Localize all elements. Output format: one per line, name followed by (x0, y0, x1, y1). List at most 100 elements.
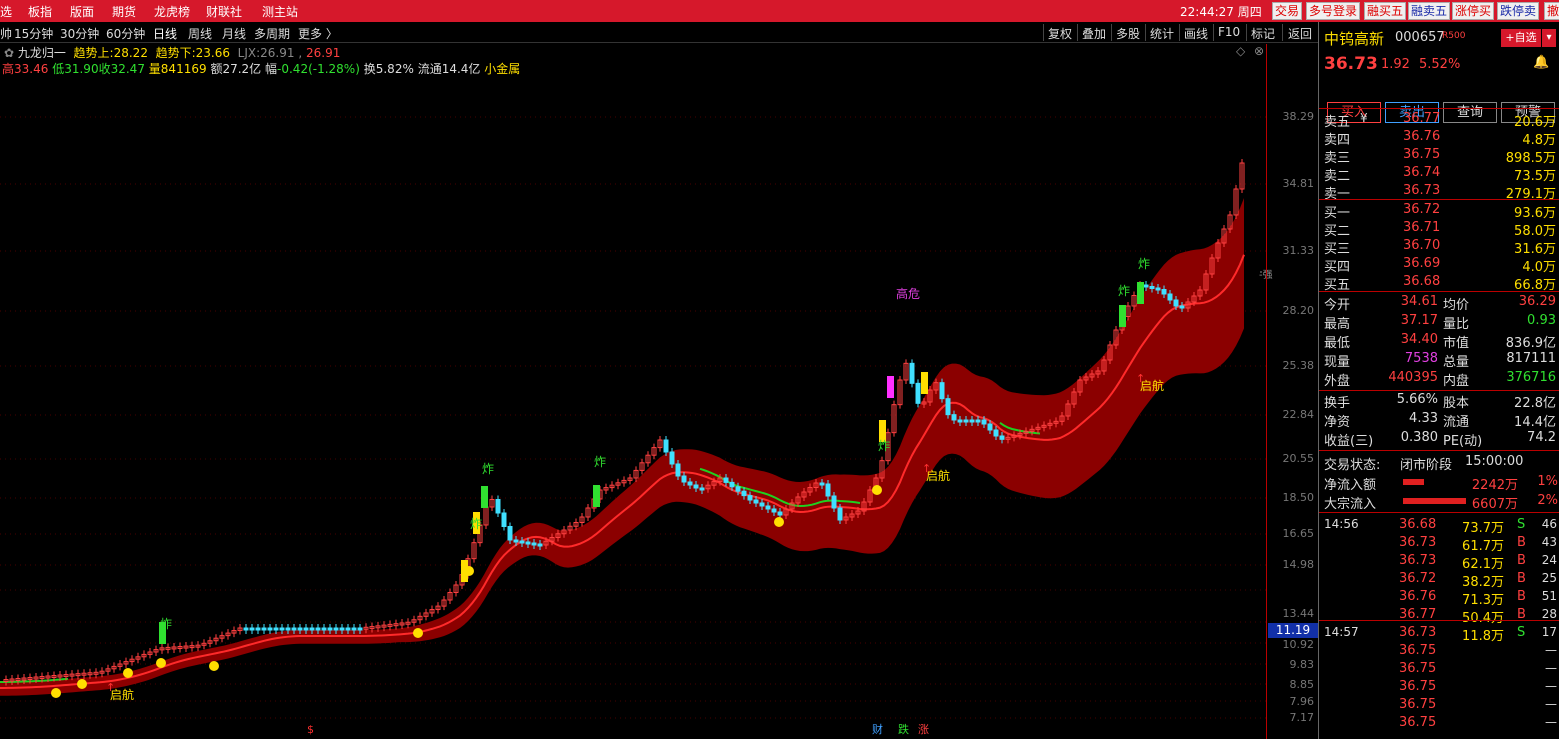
close-icon[interactable]: ⊗ (1254, 44, 1264, 58)
draw-line-button[interactable]: 画线 (1184, 25, 1208, 42)
candle-body (249, 627, 255, 631)
period-multi[interactable]: 多周期 (254, 25, 290, 42)
tick-row[interactable]: 36.76 71.3万 B 51 (1319, 588, 1559, 608)
period-monthly[interactable]: 月线 (222, 25, 246, 42)
signal-bar (1137, 282, 1144, 304)
menu-dragon-tiger[interactable]: 龙虎榜 (154, 3, 190, 20)
tick-row[interactable]: 14:57 36.73 11.8万 S 17 (1319, 624, 1559, 644)
candle-body (837, 507, 843, 521)
zha-label: 炸 (470, 517, 482, 531)
candle-body (981, 419, 987, 425)
cancel-button[interactable]: 撤 (1544, 2, 1559, 20)
ask-row[interactable]: 卖五 36.77 20.6万 (1319, 110, 1559, 130)
adjust-button[interactable]: 复权 (1048, 25, 1072, 42)
sector-label[interactable]: 小金属 (484, 62, 520, 76)
back-button[interactable]: 返回 (1288, 25, 1312, 42)
ask-row[interactable]: 卖三 36.75 898.5万 (1319, 146, 1559, 166)
menu-test-site[interactable]: 测主站 (262, 3, 298, 20)
bid-row[interactable]: 买一 36.72 93.6万 (1319, 201, 1559, 221)
menu-board-index[interactable]: 板指 (28, 3, 52, 20)
tick-row[interactable]: 14:56 36.68 73.7万 S 46 (1319, 516, 1559, 536)
menu-futures[interactable]: 期货 (112, 3, 136, 20)
margin-buy5-button[interactable]: 融买五 (1364, 2, 1407, 20)
tick-row[interactable]: 36.77 50.4万 B 28 (1319, 606, 1559, 626)
candle-body (819, 482, 825, 486)
axis-tick: 18.50 (1282, 491, 1315, 504)
candles (3, 159, 1245, 686)
volume-value: 841169 (160, 62, 207, 76)
menu-cls-news[interactable]: 财联社 (206, 3, 242, 20)
dollar-marker: $ (307, 723, 314, 736)
stat-label: 现量 (1324, 355, 1351, 370)
period-weekly[interactable]: 周线 (188, 25, 212, 42)
period-more[interactable]: 更多 〉 (298, 25, 338, 42)
limit-up-buy-button[interactable]: 涨停买 (1452, 2, 1495, 20)
signal-dot (123, 668, 133, 678)
period-30min[interactable]: 30分钟 (60, 25, 99, 42)
trade-button[interactable]: 交易 (1272, 2, 1303, 20)
period-tick[interactable]: 帅 (0, 25, 12, 42)
f10-button[interactable]: F10 (1218, 25, 1240, 39)
bid-row[interactable]: 买二 36.71 58.0万 (1319, 219, 1559, 239)
fund-row[interactable]: 换手 5.66% 股本 22.8亿 (1319, 391, 1559, 411)
stat-value: 817111 (1506, 351, 1556, 366)
kline-chart[interactable]: 炸炸 炸炸炸炸炸启航↑启航↑启航↑高危财跌涨$ (0, 78, 1318, 739)
candle-body (741, 490, 747, 497)
tick-row[interactable]: 36.75 — (1319, 714, 1559, 732)
flow-row[interactable]: 净流入额 2242万 1% (1319, 473, 1559, 493)
ask-row[interactable]: 卖二 36.74 73.5万 (1319, 164, 1559, 184)
tick-time: 14:56 (1324, 517, 1359, 531)
tick-row[interactable]: 36.75 — (1319, 678, 1559, 696)
period-15min[interactable]: 15分钟 (14, 25, 53, 42)
tick-count: — (1545, 679, 1557, 693)
gear-icon[interactable]: ✿ (4, 46, 14, 60)
stat-row[interactable]: 最低 34.40 市值 836.9亿 (1319, 331, 1559, 351)
tick-row[interactable]: 36.72 38.2万 B 25 (1319, 570, 1559, 590)
fund-row[interactable]: 收益(三) 0.380 PE(动) 74.2 (1319, 429, 1559, 449)
signal-dot (51, 688, 61, 698)
margin-sell5-button[interactable]: 融卖五 (1408, 2, 1451, 20)
bid-row[interactable]: 买三 36.70 31.6万 (1319, 237, 1559, 257)
stat-row[interactable]: 外盘 440395 内盘 376716 (1319, 369, 1559, 389)
ask-price: 36.77 (1403, 111, 1441, 126)
add-watchlist-button[interactable]: +自选 (1501, 29, 1541, 47)
period-daily[interactable]: 日线 (153, 25, 177, 42)
tick-count: 46 (1541, 517, 1557, 531)
tick-row[interactable]: 36.75 — (1319, 642, 1559, 660)
indicator-name[interactable]: 九龙归一 (18, 46, 66, 60)
stat-row[interactable]: 最高 37.17 量比 0.93 (1319, 312, 1559, 332)
stats-button[interactable]: 统计 (1150, 25, 1174, 42)
ohlc-info-line: 高33.46 低31.90收32.47 量841169 额27.2亿 幅-0.4… (2, 62, 521, 76)
period-60min[interactable]: 60分钟 (106, 25, 145, 42)
bid-row[interactable]: 买四 36.69 4.0万 (1319, 255, 1559, 275)
mark-button[interactable]: 标记 (1251, 25, 1275, 42)
ask-row[interactable]: 卖四 36.76 4.8万 (1319, 128, 1559, 148)
diamond-icon[interactable]: ◇ (1236, 44, 1245, 58)
multi-login-button[interactable]: 多号登录 (1306, 2, 1361, 20)
tick-row[interactable]: 36.73 62.1万 B 24 (1319, 552, 1559, 572)
fund-row[interactable]: 净资 4.33 流通 14.4亿 (1319, 410, 1559, 430)
tick-price: 36.73 (1399, 625, 1437, 640)
candle-body (507, 526, 513, 541)
ask-row[interactable]: 卖一 36.73 279.1万 (1319, 182, 1559, 202)
limit-down-sell-button[interactable]: 跌停卖 (1497, 2, 1540, 20)
overlay-button[interactable]: 叠加 (1082, 25, 1106, 42)
menu-layout[interactable]: 版面 (70, 3, 94, 20)
tick-count: — (1545, 697, 1557, 711)
candle-body (321, 627, 327, 631)
tick-row[interactable]: 36.75 — (1319, 660, 1559, 678)
bell-icon[interactable]: 🔔 (1533, 55, 1549, 70)
multi-stock-button[interactable]: 多股 (1116, 25, 1140, 42)
stock-code: 000657 (1395, 30, 1445, 45)
trend-band (0, 198, 1244, 696)
tick-row[interactable]: 36.73 61.7万 B 43 (1319, 534, 1559, 554)
menu-select[interactable]: 选 (0, 3, 12, 20)
chevron-down-icon[interactable]: ▾ (1542, 29, 1556, 47)
bid-row[interactable]: 买五 36.68 66.8万 (1319, 273, 1559, 293)
tick-row[interactable]: 36.75 — (1319, 696, 1559, 714)
candle-body (771, 508, 777, 513)
stat-row[interactable]: 现量 7538 总量 817111 (1319, 350, 1559, 370)
tick-price: 36.73 (1399, 553, 1437, 568)
currency-icon: ¥ (1360, 111, 1368, 125)
stat-row[interactable]: 今开 34.61 均价 36.29 (1319, 293, 1559, 313)
